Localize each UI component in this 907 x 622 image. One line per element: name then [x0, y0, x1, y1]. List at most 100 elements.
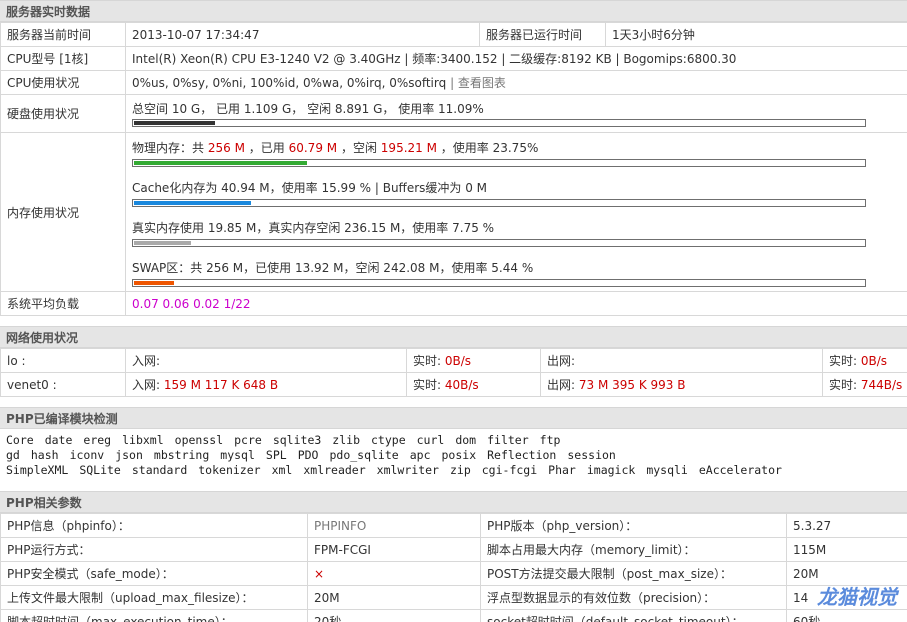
module-item: Phar: [548, 463, 576, 477]
memory-usage-cell: 物理内存：共 256 M ，已用 60.79 M ，空闲 195.21 M ，使…: [125, 132, 907, 292]
php-param-value: FPM-FCGI: [307, 537, 481, 562]
swap-memory-fill: [134, 281, 174, 285]
modules-line: Core date ereg libxml openssl pcre sqlite3 zlib…: [6, 433, 901, 448]
module-item: xmlreader: [303, 463, 366, 477]
module-item: Reflection: [487, 448, 557, 462]
modules-line: gd hash iconv json mbstring mysql SPL PDO pdo_sq…: [6, 448, 901, 463]
php-param-value: 115M: [786, 537, 907, 562]
net-out: 出网:: [540, 348, 823, 373]
cache-memory-fill: [134, 201, 251, 205]
load-average-value: 0.07 0.06 0.02 1/22: [125, 291, 907, 316]
php-param-row: PHP安全模式（safe_mode）： × POST方法提交最大限制（post_ma…: [0, 561, 907, 586]
disk-usage-text: 总空间 10 G， 已用 1.109 G， 空闲 8.891 G， 使用率 11…: [132, 101, 484, 116]
uptime-value: 1天3小时6分钟: [605, 22, 907, 47]
module-item: mysqli: [646, 463, 688, 477]
module-item: xmlwriter: [376, 463, 439, 477]
php-param-label: POST方法提交最大限制（post_max_size）：: [480, 561, 787, 586]
real-memory-text: 真实内存使用 19.85 M，真实内存空闲 236.15 M，使用率 7.75 …: [132, 221, 495, 235]
php-param-label: 脚本超时时间（max_execution_time）：: [0, 609, 308, 622]
php-param-label: PHP信息（phpinfo）：: [0, 513, 308, 538]
module-item: session: [567, 448, 616, 462]
swap-memory-text: SWAP区：共 256 M，已使用 13.92 M，空闲 242.08 M，使用…: [132, 261, 534, 275]
physical-memory-bar: [132, 159, 866, 167]
php-param-value: 20M: [307, 585, 481, 610]
module-item: eAccelerator: [698, 463, 782, 477]
module-item: PDO: [297, 448, 319, 462]
module-item: standard: [131, 463, 188, 477]
phpinfo-link[interactable]: PHPINFO: [307, 513, 481, 538]
module-item: SimpleXML: [6, 463, 69, 477]
memory-usage-label: 内存使用状况: [0, 132, 126, 292]
disk-usage-bar: [132, 118, 866, 127]
module-item: dom: [455, 433, 477, 447]
network-row-venet0: venet0 : 入网: 159 M 117 K 648 B 实时: 40B/s…: [0, 372, 907, 397]
modules-list: Core date ereg libxml openssl pcre sqlite3 zlib…: [0, 429, 907, 482]
module-item: pdo_sqlite: [329, 448, 399, 462]
php-param-label: PHP运行方式：: [0, 537, 308, 562]
network-section-heading: 网络使用状况: [0, 326, 907, 348]
iface-name: venet0 :: [0, 372, 126, 397]
network-table: lo : 入网: 实时: 0B/s 出网: 实时: 0B/s venet0 : …: [0, 348, 907, 397]
module-item: iconv: [69, 448, 105, 462]
cpu-chart-link[interactable]: 查看图表: [458, 76, 506, 90]
module-item: SQLite: [79, 463, 121, 477]
physical-memory-fill: [134, 161, 307, 165]
net-out: 出网: 73 M 395 K 993 B: [540, 372, 823, 397]
server-time-label: 服务器当前时间: [0, 22, 126, 47]
php-param-row: 上传文件最大限制（upload_max_filesize）： 20M 浮点型数据显示…: [0, 585, 907, 610]
physical-memory-text: 物理内存：共 256 M ，已用 60.79 M ，空闲 195.21 M ，使…: [132, 141, 539, 155]
net-in-realtime: 实时: 40B/s: [406, 372, 541, 397]
php-param-value: ×: [307, 561, 481, 586]
disk-usage-cell: 总空间 10 G， 已用 1.109 G， 空闲 8.891 G， 使用率 11…: [125, 94, 907, 133]
swap-memory-bar: [132, 279, 866, 287]
cache-memory-bar: [132, 199, 866, 207]
modules-section-heading: PHP已编译模块检测: [0, 407, 907, 429]
module-item: ctype: [371, 433, 406, 447]
cache-memory-text: Cache化内存为 40.94 M，使用率 15.99 % | Buffers缓…: [132, 181, 488, 195]
module-item: filter: [487, 433, 529, 447]
php-param-row: PHP信息（phpinfo）： PHPINFO PHP版本（php_version）…: [0, 513, 907, 538]
net-in: 入网:: [125, 348, 407, 373]
php-param-row: PHP运行方式： FPM-FCGI 脚本占用最大内存（memory_limit）： 1…: [0, 537, 907, 562]
module-item: hash: [30, 448, 59, 462]
module-item: libxml: [122, 433, 164, 447]
net-out-realtime: 实时: 0B/s: [822, 348, 907, 373]
module-item: imagick: [586, 463, 636, 477]
module-item: posix: [441, 448, 477, 462]
module-item: tokenizer: [198, 463, 261, 477]
module-item: ftp: [539, 433, 561, 447]
physical-total: 256 M: [207, 141, 245, 155]
uptime-label: 服务器已运行时间: [479, 22, 606, 47]
php-param-label: 浮点型数据显示的有效位数（precision）：: [480, 585, 787, 610]
module-item: pcre: [234, 433, 262, 447]
cpu-usage-value: 0%us, 0%sy, 0%ni, 100%id, 0%wa, 0%irq, 0…: [132, 76, 447, 90]
php-param-row: 脚本超时时间（max_execution_time）： 20秒 socket超时时间…: [0, 609, 907, 622]
physical-used: 60.79 M: [288, 141, 338, 155]
php-param-label: PHP安全模式（safe_mode）：: [0, 561, 308, 586]
cpu-model-label: CPU型号 [1核]: [0, 46, 126, 71]
net-out-realtime: 实时: 744B/s: [822, 372, 907, 397]
module-item: cgi-fcgi: [481, 463, 538, 477]
server-table: 服务器当前时间 2013-10-07 17:34:47 服务器已运行时间 1天3…: [0, 22, 907, 316]
php-param-value: 20秒: [307, 609, 481, 622]
disk-usage-fill: [134, 120, 215, 125]
module-item: SPL: [265, 448, 287, 462]
module-item: apc: [409, 448, 431, 462]
module-item: Core: [6, 433, 34, 447]
php-param-value: 60秒: [786, 609, 907, 622]
module-item: gd: [6, 448, 20, 462]
php-param-label: PHP版本（php_version）：: [480, 513, 787, 538]
module-item: xml: [271, 463, 293, 477]
load-average-label: 系统平均负载: [0, 291, 126, 316]
module-item: json: [115, 448, 143, 462]
module-item: curl: [416, 433, 445, 447]
module-item: mysql: [220, 448, 255, 462]
cpu-model-value: Intel(R) Xeon(R) CPU E3-1240 V2 @ 3.40GH…: [125, 46, 907, 71]
net-in-realtime: 实时: 0B/s: [406, 348, 541, 373]
php-param-label: 上传文件最大限制（upload_max_filesize）：: [0, 585, 308, 610]
php-param-label: socket超时时间（default_socket_timeout）：: [480, 609, 787, 622]
iface-name: lo :: [0, 348, 126, 373]
server-section-heading: 服务器实时数据: [0, 0, 907, 22]
disk-usage-label: 硬盘使用状况: [0, 94, 126, 133]
network-row-lo: lo : 入网: 实时: 0B/s 出网: 实时: 0B/s: [0, 348, 907, 373]
